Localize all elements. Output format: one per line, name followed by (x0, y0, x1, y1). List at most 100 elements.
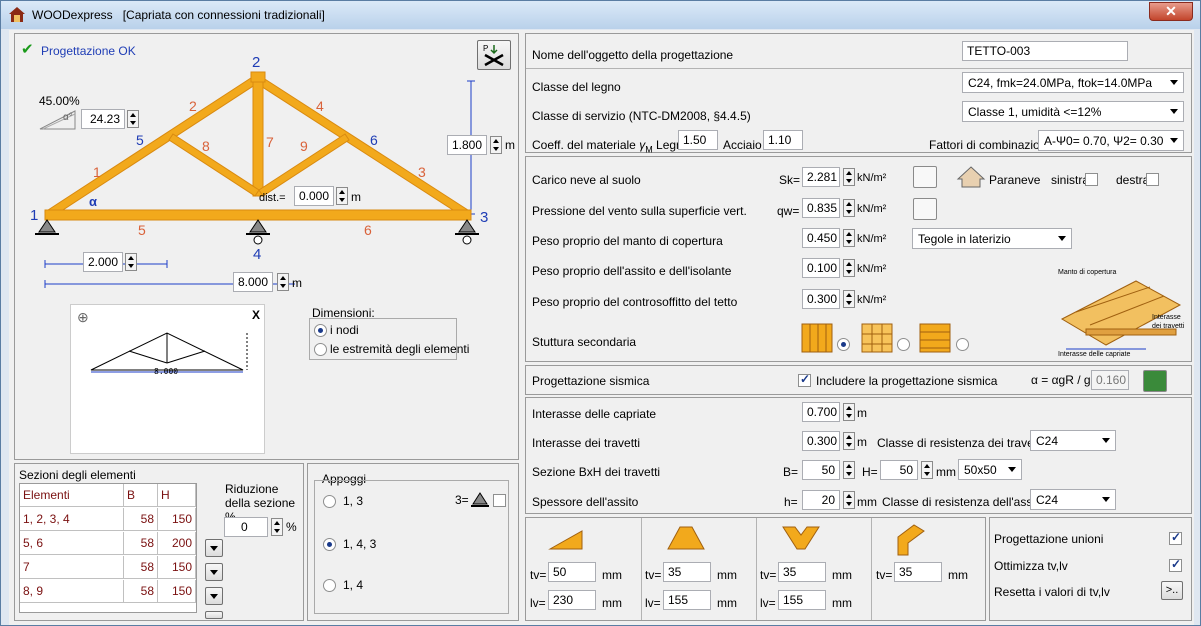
table-row-b[interactable]: 58 (124, 580, 158, 603)
table-row-el[interactable]: 5, 6 (20, 532, 124, 555)
support-3 (458, 219, 476, 233)
joist-class-select[interactable]: C24 (1030, 430, 1116, 451)
element-label-6-top: 6 (370, 132, 378, 148)
table-row-el[interactable]: 8, 9 (20, 580, 124, 603)
secondary-radio-3[interactable] (956, 338, 969, 351)
joint-2-lv-input[interactable]: 155 (663, 590, 711, 610)
section-select[interactable]: 50x50 (958, 459, 1022, 480)
span-spinner[interactable] (277, 273, 289, 291)
height-input[interactable]: 1.800 (447, 135, 487, 155)
table-row-h[interactable]: 150 (158, 508, 196, 531)
joist-spacing-input[interactable]: 0.300 (802, 431, 840, 451)
table-row-h[interactable]: 150 (158, 556, 196, 579)
steel-gamma-input[interactable]: 1.10 (763, 130, 803, 150)
paraneve-left-checkbox[interactable] (1085, 173, 1098, 186)
joist-b-spinner[interactable] (843, 461, 855, 479)
roof-input[interactable]: 0.450 (802, 228, 840, 248)
dim-radio-nodes[interactable] (314, 324, 327, 337)
board-spinner[interactable] (843, 259, 855, 277)
joist-h-spinner[interactable] (921, 461, 933, 479)
table-row-b[interactable]: 58 (124, 508, 158, 531)
joint-4-icon (897, 524, 925, 556)
section-unit: mm (936, 465, 956, 479)
snow-calc-icon[interactable] (913, 166, 937, 188)
element-label-9: 9 (300, 138, 308, 154)
support-radio-143[interactable] (323, 538, 336, 551)
sections-title: Sezioni degli elementi (19, 468, 136, 482)
truss-spacing-spinner[interactable] (843, 403, 855, 421)
span-input[interactable]: 8.000 (233, 272, 273, 292)
left-label: sinistra (1051, 173, 1090, 187)
board-h-spinner[interactable] (843, 491, 855, 509)
joint-3-tv-input[interactable]: 35 (778, 562, 826, 582)
angle-input[interactable]: 24.23 (81, 109, 125, 129)
joint-2-tv-input[interactable]: 35 (663, 562, 711, 582)
joist-b-input[interactable]: 50 (802, 460, 840, 480)
ceiling-input[interactable]: 0.300 (802, 289, 840, 309)
dist-spinner[interactable] (336, 187, 348, 205)
offset-spinner[interactable] (125, 253, 137, 271)
support-radio-13[interactable] (323, 495, 336, 508)
support-label-14: 1, 4 (343, 578, 364, 592)
table-row-b[interactable]: 58 (124, 532, 158, 555)
seismic-checkbox[interactable] (798, 372, 811, 387)
support-radio-14[interactable] (323, 579, 336, 592)
wood-gamma-input[interactable]: 1.50 (678, 130, 718, 150)
snow-input[interactable]: 2.281 (802, 167, 840, 187)
row-dropdown-button[interactable] (205, 563, 223, 581)
dim-radio-ends[interactable] (314, 343, 327, 356)
joint-4-tv-input[interactable]: 35 (894, 562, 942, 582)
ceiling-spinner[interactable] (843, 290, 855, 308)
secondary-radio-2[interactable] (897, 338, 910, 351)
factors-select[interactable]: A-Ψ0= 0.70, Ψ2= 0.30 (1038, 130, 1184, 151)
service-class-select[interactable]: Classe 1, umidità <=12% (962, 101, 1184, 122)
row-dropdown-button[interactable] (205, 587, 223, 605)
reduction-spinner[interactable] (271, 518, 283, 536)
roof-type-select[interactable]: Tegole in laterizio (912, 228, 1072, 249)
table-row-b[interactable]: 58 (124, 556, 158, 579)
roof-spinner[interactable] (843, 229, 855, 247)
joints-panel: tv= 50 mm lv= 230 mm tv= 35 mm lv= 155 m… (525, 517, 986, 621)
snow-spinner[interactable] (843, 168, 855, 186)
design-joints-checkbox[interactable] (1169, 530, 1182, 545)
truss-spacing-input[interactable]: 0.700 (802, 402, 840, 422)
joint-3-icon (782, 526, 820, 550)
span-unit: m (292, 276, 302, 290)
wood-class-select[interactable]: C24, fmk=24.0MPa, ftok=14.0MPa (962, 72, 1184, 93)
joist-h-input[interactable]: 50 (880, 460, 918, 480)
wind-calc-icon[interactable] (913, 198, 937, 220)
seismic-alpha-input[interactable]: 0.160 (1091, 370, 1129, 390)
table-row-el[interactable]: 7 (20, 556, 124, 579)
wind-input[interactable]: 0.835 (802, 198, 840, 218)
board-input[interactable]: 0.100 (802, 258, 840, 278)
close-button[interactable]: ✕ (1149, 2, 1193, 21)
secondary-radio-1[interactable] (837, 338, 850, 351)
row-dropdown-button[interactable] (205, 611, 223, 619)
geometry-panel: Interasse delle capriate 0.700 m Interas… (525, 397, 1192, 514)
board-h-input[interactable]: 20 (802, 490, 840, 510)
angle-spinner[interactable] (127, 110, 139, 128)
name-label: Nome dell'oggetto della progettazione (532, 48, 734, 62)
height-spinner[interactable] (490, 136, 502, 154)
name-input[interactable]: TETTO-003 (962, 41, 1128, 61)
row-dropdown-button[interactable] (205, 539, 223, 557)
joint-1-icon (548, 530, 583, 550)
dist-input[interactable]: 0.000 (294, 186, 334, 206)
wind-spinner[interactable] (843, 199, 855, 217)
paraneve-right-checkbox[interactable] (1146, 173, 1159, 186)
table-row-h[interactable]: 200 (158, 532, 196, 555)
seismic-map-icon[interactable] (1143, 370, 1167, 392)
optimize-checkbox[interactable] (1169, 557, 1182, 572)
node3-checkbox[interactable] (493, 494, 506, 507)
joint-3-lv-input[interactable]: 155 (778, 590, 826, 610)
joist-spacing-spinner[interactable] (843, 432, 855, 450)
offset-input[interactable]: 2.000 (83, 252, 123, 272)
board-class-select[interactable]: C24 (1030, 489, 1116, 510)
joint-1-tv-input[interactable]: 50 (548, 562, 596, 582)
reduction-input[interactable]: 0 (224, 517, 268, 537)
table-row-el[interactable]: 1, 2, 3, 4 (20, 508, 124, 531)
joint-3-tv-label: tv= (760, 568, 777, 582)
joint-1-lv-input[interactable]: 230 (548, 590, 596, 610)
reset-button[interactable]: >.. (1161, 581, 1183, 600)
table-row-h[interactable]: 150 (158, 580, 196, 603)
